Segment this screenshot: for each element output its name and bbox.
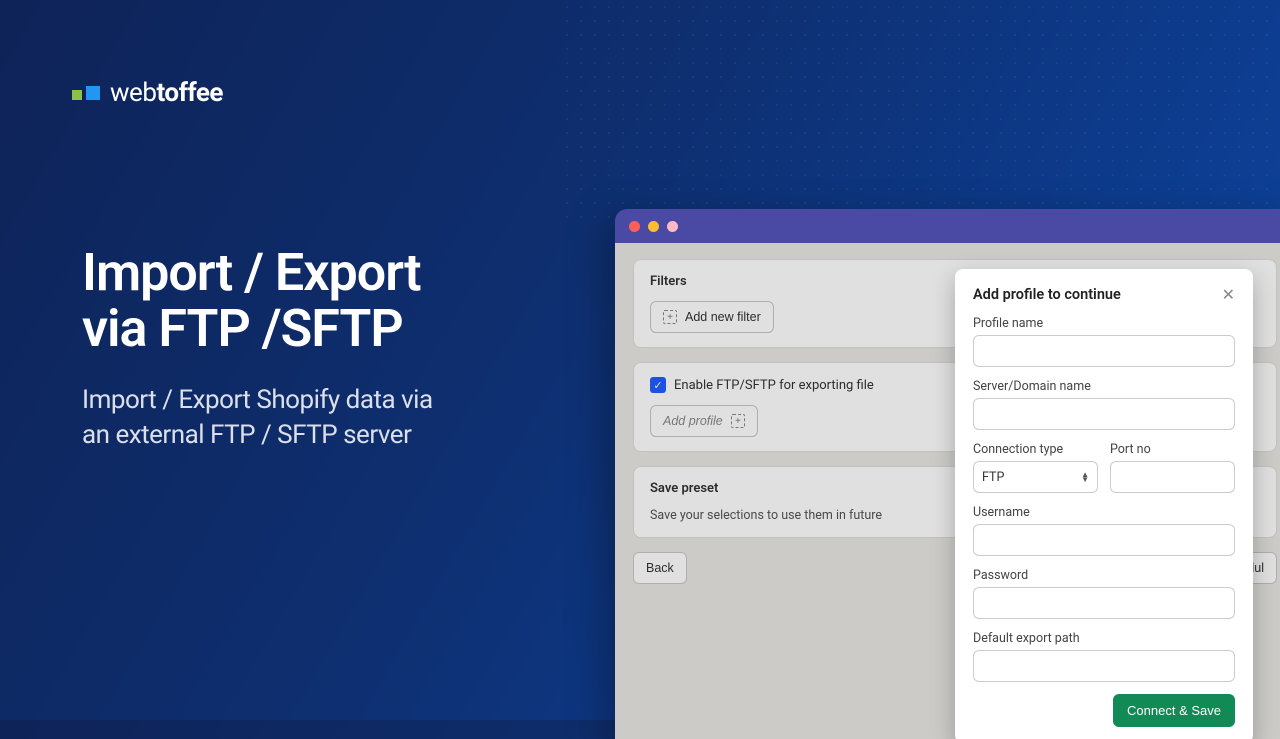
app-body: Filters + Add new filter ✓ Enable FTP/SF… [615, 243, 1280, 739]
profile-name-field: Profile name [973, 316, 1235, 367]
logo-mark-icon [72, 86, 100, 100]
username-label: Username [973, 505, 1235, 520]
window-zoom-icon[interactable] [667, 221, 678, 232]
username-field: Username [973, 505, 1235, 556]
window-close-icon[interactable] [629, 221, 640, 232]
export-path-input[interactable] [973, 650, 1235, 682]
server-name-label: Server/Domain name [973, 379, 1235, 394]
export-path-field: Default export path [973, 631, 1235, 682]
connection-type-label: Connection type [973, 442, 1098, 457]
port-field: Port no [1110, 442, 1235, 493]
port-label: Port no [1110, 442, 1235, 457]
modal-title: Add profile to continue [973, 286, 1121, 303]
profile-name-input[interactable] [973, 335, 1235, 367]
password-input[interactable] [973, 587, 1235, 619]
app-window: Filters + Add new filter ✓ Enable FTP/SF… [615, 209, 1280, 739]
port-input[interactable] [1110, 461, 1235, 493]
profile-name-label: Profile name [973, 316, 1235, 331]
brand-logo: webtoffee [72, 78, 223, 108]
connect-save-button[interactable]: Connect & Save [1113, 694, 1235, 727]
connection-type-select[interactable]: FTP ▲▼ [973, 461, 1098, 493]
brand-name: webtoffee [110, 78, 223, 108]
window-minimize-icon[interactable] [648, 221, 659, 232]
close-icon[interactable]: ✕ [1222, 285, 1235, 304]
export-path-label: Default export path [973, 631, 1235, 646]
password-label: Password [973, 568, 1235, 583]
server-name-input[interactable] [973, 398, 1235, 430]
select-caret-icon: ▲▼ [1081, 472, 1089, 482]
password-field: Password [973, 568, 1235, 619]
add-profile-modal: Add profile to continue ✕ Profile name S… [955, 269, 1253, 739]
hero-title: Import / Export via FTP /SFTP [82, 245, 433, 357]
window-titlebar [615, 209, 1280, 243]
connection-type-field: Connection type FTP ▲▼ [973, 442, 1098, 493]
username-input[interactable] [973, 524, 1235, 556]
server-name-field: Server/Domain name [973, 379, 1235, 430]
hero-section: Import / Export via FTP /SFTP Import / E… [82, 245, 433, 454]
hero-subtitle: Import / Export Shopify data via an exte… [82, 383, 433, 453]
decorative-dots [560, 0, 1280, 230]
